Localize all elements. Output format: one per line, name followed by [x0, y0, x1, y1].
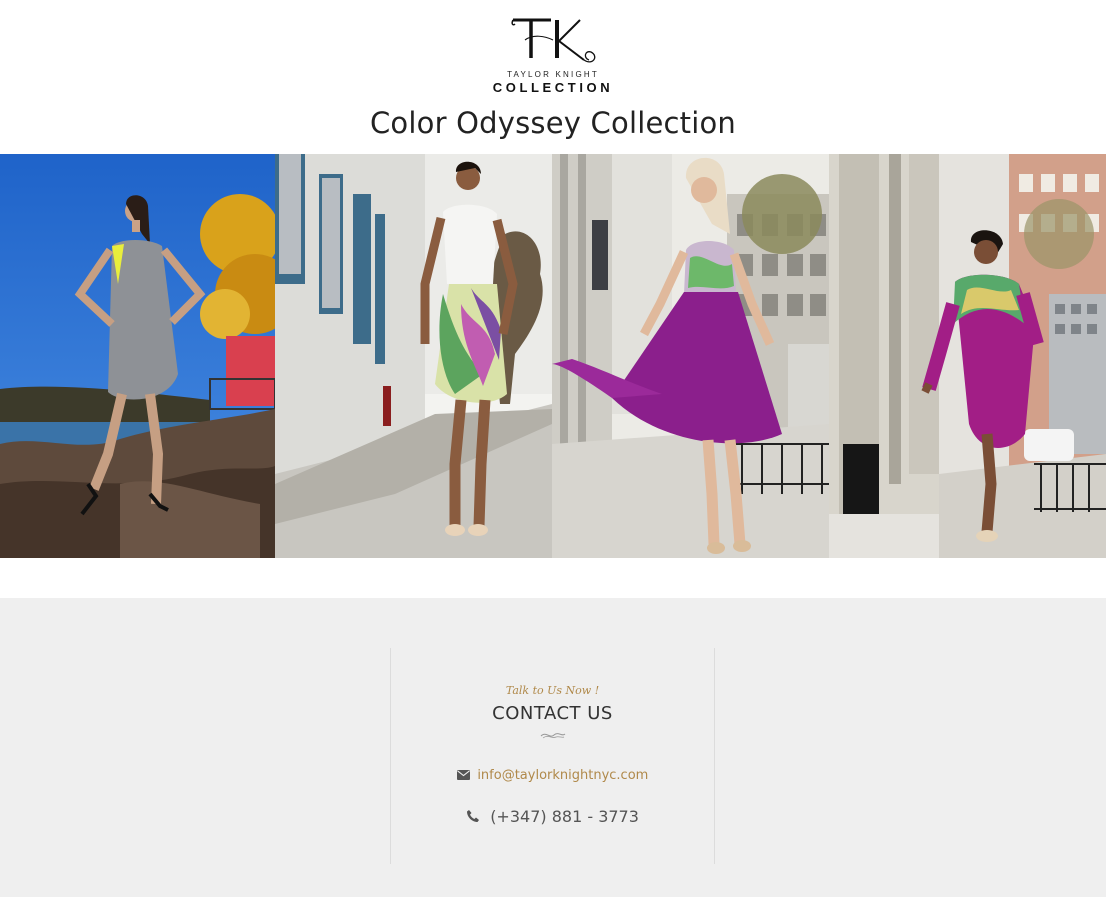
tk-monogram-icon — [511, 18, 596, 63]
phone-number[interactable]: (+347) 881 - 3773 — [490, 807, 639, 826]
contact-phone-row: (+347) 881 - 3773 — [391, 807, 714, 826]
contact-box: Talk to Us Now ! CONTACT US info@taylork… — [390, 648, 715, 864]
swash-divider-icon — [540, 733, 565, 739]
page-title: Color Odyssey Collection — [369, 106, 736, 140]
contact-tagline: Talk to Us Now ! — [505, 684, 600, 697]
photo-gallery — [0, 154, 1106, 558]
gallery-photo-grey-dress[interactable] — [0, 154, 275, 558]
envelope-icon — [456, 770, 470, 780]
site-header: TAYLOR KNIGHT COLLECTION Color Odyssey C… — [0, 0, 1106, 154]
email-link[interactable]: info@taylorknightnyc.com — [477, 768, 648, 783]
gallery-photo-white-dress[interactable] — [275, 154, 552, 558]
gallery-photo-purple-tunic[interactable] — [829, 154, 1106, 558]
phone-icon — [467, 810, 480, 822]
gallery-photo-purple-skirt[interactable] — [552, 154, 829, 558]
contact-title: CONTACT US — [492, 703, 613, 724]
contact-section: Talk to Us Now ! CONTACT US info@taylork… — [0, 598, 1106, 897]
logo-collection-label: COLLECTION — [492, 80, 614, 95]
logo-brand-name: TAYLOR KNIGHT — [507, 70, 599, 79]
brand-logo[interactable]: TAYLOR KNIGHT COLLECTION — [0, 14, 1106, 95]
contact-email-row: info@taylorknightnyc.com — [391, 767, 714, 783]
